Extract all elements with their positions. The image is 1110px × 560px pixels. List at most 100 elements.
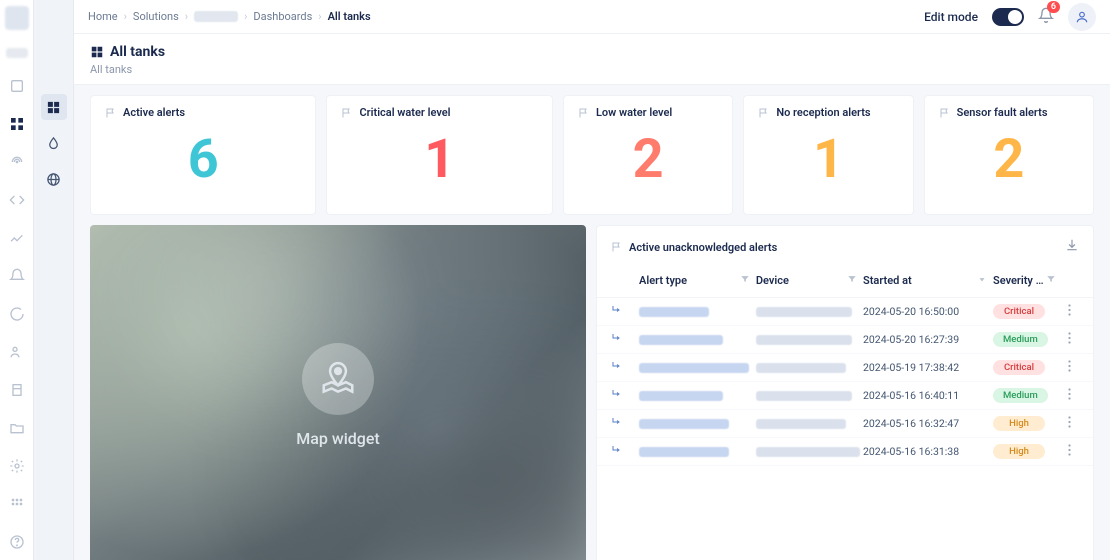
row-indent-icon bbox=[611, 332, 639, 347]
metric-value: 1 bbox=[758, 119, 898, 200]
row-indent-icon bbox=[611, 360, 639, 375]
metric-card: Sensor fault alerts 2 bbox=[924, 95, 1094, 215]
row-indent-icon bbox=[611, 444, 639, 459]
flag-icon bbox=[611, 241, 623, 253]
severity-badge: Medium bbox=[993, 388, 1048, 403]
device-name bbox=[756, 447, 860, 457]
alert-type-link[interactable] bbox=[639, 447, 729, 457]
grid-icon bbox=[90, 45, 104, 59]
chevron-right-icon: › bbox=[124, 10, 127, 23]
row-menu-button[interactable] bbox=[1059, 416, 1079, 431]
edit-mode-label: Edit mode bbox=[924, 10, 978, 24]
nav-apps-icon[interactable] bbox=[7, 494, 27, 514]
chevron-right-icon: › bbox=[318, 10, 321, 23]
crumb-solutions[interactable]: Solutions bbox=[133, 10, 179, 23]
row-menu-button[interactable] bbox=[1059, 444, 1079, 459]
edit-mode-toggle[interactable] bbox=[992, 8, 1024, 26]
nav-overview-icon[interactable] bbox=[7, 76, 27, 96]
lower-row: Map widget Active unacknowledged alerts bbox=[90, 225, 1094, 560]
device-name bbox=[756, 391, 852, 401]
subnav-droplet-icon[interactable] bbox=[41, 130, 67, 156]
nav-building-icon[interactable] bbox=[7, 380, 27, 400]
table-row[interactable]: 2024-05-16 16:40:11 Medium bbox=[597, 382, 1093, 410]
notifications-button[interactable]: 6 bbox=[1038, 7, 1054, 26]
severity-badge: Critical bbox=[993, 360, 1045, 375]
alerts-panel-title: Active unacknowledged alerts bbox=[629, 241, 777, 254]
row-menu-button[interactable] bbox=[1059, 388, 1079, 403]
device-name bbox=[756, 335, 852, 345]
filter-icon[interactable] bbox=[847, 274, 857, 287]
table-row[interactable]: 2024-05-16 16:31:38 High bbox=[597, 438, 1093, 466]
col-started[interactable]: Started at bbox=[863, 274, 912, 287]
severity-badge: High bbox=[993, 444, 1045, 459]
sort-desc-icon[interactable] bbox=[977, 274, 987, 287]
filter-icon[interactable] bbox=[1046, 274, 1056, 287]
alerts-table-body: 2024-05-20 16:50:00 Critical 2024-05-20 … bbox=[597, 298, 1093, 560]
subnav-globe-icon[interactable] bbox=[41, 166, 67, 192]
nav-dashboards-icon[interactable] bbox=[7, 114, 27, 134]
nav-help-icon[interactable] bbox=[7, 532, 27, 552]
page-title-text: All tanks bbox=[110, 44, 165, 60]
col-alert-type[interactable]: Alert type bbox=[639, 274, 687, 287]
nav-users-icon[interactable] bbox=[7, 342, 27, 362]
table-row[interactable]: 2024-05-19 17:38:42 Critical bbox=[597, 354, 1093, 382]
metric-card: Active alerts 6 bbox=[90, 95, 316, 215]
download-button[interactable] bbox=[1065, 238, 1079, 256]
col-device[interactable]: Device bbox=[756, 274, 789, 287]
nav-settings-icon[interactable] bbox=[7, 456, 27, 476]
started-at: 2024-05-16 16:40:11 bbox=[863, 389, 993, 402]
alert-type-link[interactable] bbox=[639, 335, 723, 345]
metric-label: Sensor fault alerts bbox=[957, 106, 1048, 119]
flag-icon bbox=[758, 107, 770, 119]
device-name bbox=[756, 419, 846, 429]
nav-chart-icon[interactable] bbox=[7, 228, 27, 248]
row-menu-button[interactable] bbox=[1059, 360, 1079, 375]
nav-code-icon[interactable] bbox=[7, 190, 27, 210]
nav-folder-icon[interactable] bbox=[7, 418, 27, 438]
started-at: 2024-05-16 16:32:47 bbox=[863, 417, 993, 430]
alert-type-link[interactable] bbox=[639, 391, 723, 401]
lock-icon bbox=[1011, 12, 1019, 20]
crumb-home[interactable]: Home bbox=[88, 10, 118, 23]
metric-label: Low water level bbox=[596, 106, 672, 119]
table-row[interactable]: 2024-05-16 16:32:47 High bbox=[597, 410, 1093, 438]
page-subtitle: All tanks bbox=[90, 63, 1094, 76]
crumb-current: All tanks bbox=[328, 10, 371, 23]
alert-type-link[interactable] bbox=[639, 307, 709, 317]
device-name bbox=[756, 363, 846, 373]
content: Active alerts 6 Critical water level 1 L… bbox=[74, 85, 1110, 560]
metrics-row: Active alerts 6 Critical water level 1 L… bbox=[90, 95, 1094, 215]
user-avatar[interactable] bbox=[1068, 3, 1096, 31]
subnav-grid-icon[interactable] bbox=[41, 94, 67, 120]
breadcrumb: Home › Solutions › › Dashboards › All ta… bbox=[88, 10, 371, 23]
alerts-panel: Active unacknowledged alerts Alert type … bbox=[596, 225, 1094, 560]
chevron-right-icon: › bbox=[185, 10, 188, 23]
crumb-dashboards[interactable]: Dashboards bbox=[253, 10, 312, 23]
metric-value: 2 bbox=[578, 119, 718, 200]
alert-type-link[interactable] bbox=[639, 363, 749, 373]
nav-refresh-icon[interactable] bbox=[7, 304, 27, 324]
table-row[interactable]: 2024-05-20 16:50:00 Critical bbox=[597, 298, 1093, 326]
table-row[interactable]: 2024-05-20 16:27:39 Medium bbox=[597, 326, 1093, 354]
user-icon bbox=[1075, 10, 1089, 24]
severity-badge: Critical bbox=[993, 304, 1045, 319]
map-widget-label: Map widget bbox=[296, 429, 380, 448]
severity-badge: Medium bbox=[993, 332, 1048, 347]
main-area: Home › Solutions › › Dashboards › All ta… bbox=[74, 0, 1110, 560]
download-icon bbox=[1065, 238, 1079, 252]
row-indent-icon bbox=[611, 388, 639, 403]
nav-bell-icon[interactable] bbox=[7, 266, 27, 286]
col-severity[interactable]: Severity … bbox=[993, 274, 1044, 287]
alert-type-link[interactable] bbox=[639, 419, 729, 429]
nav-signal-icon[interactable] bbox=[7, 152, 27, 172]
metric-value: 2 bbox=[939, 119, 1079, 200]
alerts-table-header: Alert type Device Started at Severity … bbox=[597, 268, 1093, 298]
flag-icon bbox=[105, 107, 117, 119]
crumb-solution-name[interactable] bbox=[194, 11, 238, 22]
row-indent-icon bbox=[611, 416, 639, 431]
row-menu-button[interactable] bbox=[1059, 304, 1079, 319]
row-menu-button[interactable] bbox=[1059, 332, 1079, 347]
topbar: Home › Solutions › › Dashboards › All ta… bbox=[74, 0, 1110, 34]
map-widget[interactable]: Map widget bbox=[90, 225, 586, 560]
filter-icon[interactable] bbox=[740, 274, 750, 287]
